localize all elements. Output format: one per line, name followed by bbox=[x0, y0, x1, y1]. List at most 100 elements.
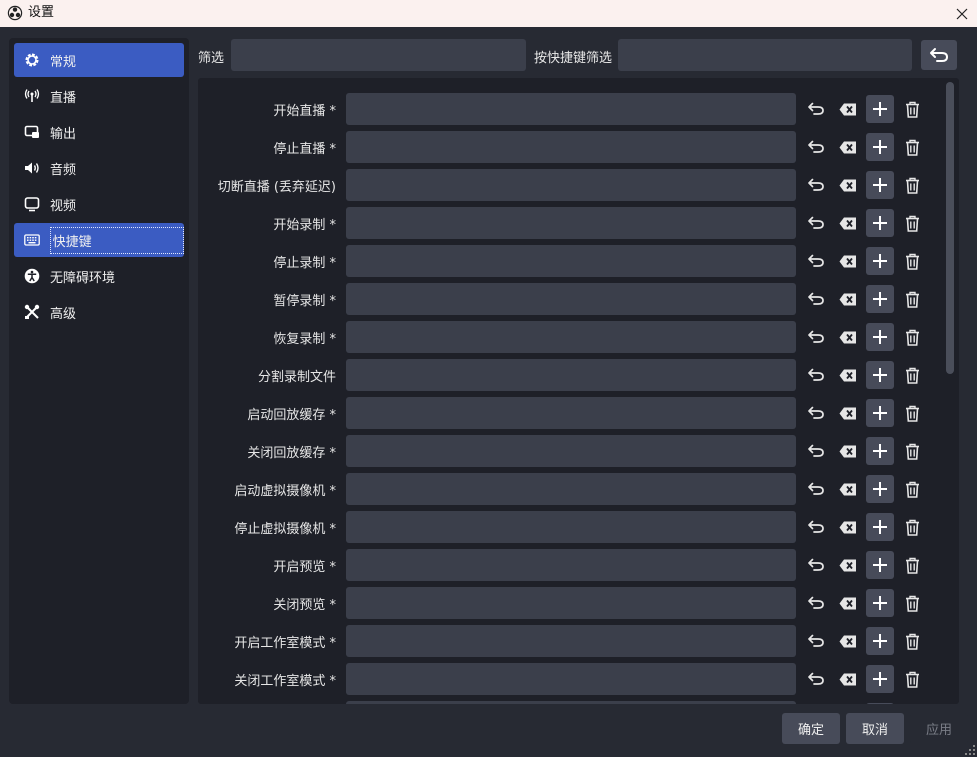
ok-button[interactable]: 确定 bbox=[782, 713, 840, 744]
revert-button[interactable] bbox=[802, 209, 830, 237]
clear-button[interactable] bbox=[834, 133, 862, 161]
add-button[interactable] bbox=[866, 323, 894, 351]
remove-button[interactable] bbox=[898, 513, 926, 541]
add-button[interactable] bbox=[866, 361, 894, 389]
hotkey-input[interactable] bbox=[346, 283, 796, 315]
clear-button[interactable] bbox=[834, 361, 862, 389]
add-button[interactable] bbox=[866, 513, 894, 541]
add-button[interactable] bbox=[866, 399, 894, 427]
add-button[interactable] bbox=[866, 551, 894, 579]
remove-button[interactable] bbox=[898, 399, 926, 427]
add-button[interactable] bbox=[866, 475, 894, 503]
hotkey-row: 开始直播 * bbox=[198, 90, 938, 128]
revert-button[interactable] bbox=[802, 627, 830, 655]
remove-button[interactable] bbox=[898, 95, 926, 123]
remove-button[interactable] bbox=[898, 209, 926, 237]
clear-button[interactable] bbox=[834, 285, 862, 313]
add-button[interactable] bbox=[866, 589, 894, 617]
scrollbar[interactable] bbox=[946, 82, 954, 374]
add-button[interactable] bbox=[866, 627, 894, 655]
remove-button[interactable] bbox=[898, 133, 926, 161]
sidebar-item-video[interactable]: 视频 bbox=[14, 187, 184, 221]
cancel-button[interactable]: 取消 bbox=[846, 713, 904, 744]
add-button[interactable] bbox=[866, 209, 894, 237]
clear-button[interactable] bbox=[834, 627, 862, 655]
hotkey-input[interactable] bbox=[346, 701, 796, 704]
remove-button[interactable] bbox=[898, 475, 926, 503]
revert-button[interactable] bbox=[802, 323, 830, 351]
hotkey-filter-input[interactable] bbox=[618, 39, 912, 71]
sidebar-item-hotkeys[interactable]: 快捷键 bbox=[14, 223, 184, 257]
remove-button[interactable] bbox=[898, 627, 926, 655]
clear-button[interactable] bbox=[834, 95, 862, 123]
clear-button[interactable] bbox=[834, 665, 862, 693]
sidebar-item-output[interactable]: 输出 bbox=[14, 115, 184, 149]
filter-input[interactable] bbox=[231, 39, 526, 71]
hotkey-input[interactable] bbox=[346, 207, 796, 239]
hotkey-input[interactable] bbox=[346, 663, 796, 695]
add-button[interactable] bbox=[866, 665, 894, 693]
remove-button[interactable] bbox=[898, 551, 926, 579]
revert-button[interactable] bbox=[802, 171, 830, 199]
revert-button[interactable] bbox=[802, 399, 830, 427]
clear-button[interactable] bbox=[834, 513, 862, 541]
revert-button[interactable] bbox=[802, 95, 830, 123]
hotkey-input[interactable] bbox=[346, 321, 796, 353]
sidebar-item-advanced[interactable]: 高级 bbox=[14, 295, 184, 329]
clear-button[interactable] bbox=[834, 399, 862, 427]
hotkey-input[interactable] bbox=[346, 549, 796, 581]
revert-button[interactable] bbox=[802, 513, 830, 541]
sidebar-item-general[interactable]: 常规 bbox=[14, 43, 184, 77]
revert-button[interactable] bbox=[802, 361, 830, 389]
clear-button[interactable] bbox=[834, 437, 862, 465]
hotkey-input[interactable] bbox=[346, 93, 796, 125]
hotkey-input[interactable] bbox=[346, 511, 796, 543]
remove-button[interactable] bbox=[898, 171, 926, 199]
remove-button[interactable] bbox=[898, 247, 926, 275]
revert-button[interactable] bbox=[802, 551, 830, 579]
hotkey-input[interactable] bbox=[346, 473, 796, 505]
sidebar-item-stream[interactable]: 直播 bbox=[14, 79, 184, 113]
add-button[interactable] bbox=[866, 171, 894, 199]
revert-button[interactable] bbox=[802, 589, 830, 617]
sidebar-item-audio[interactable]: 音频 bbox=[14, 151, 184, 185]
hotkey-input[interactable] bbox=[346, 131, 796, 163]
reset-filter-button[interactable] bbox=[921, 40, 957, 70]
close-button[interactable] bbox=[947, 0, 977, 27]
hotkey-input[interactable] bbox=[346, 359, 796, 391]
hotkey-input[interactable] bbox=[346, 587, 796, 619]
add-button[interactable] bbox=[866, 437, 894, 465]
revert-button[interactable] bbox=[802, 247, 830, 275]
clear-button[interactable] bbox=[834, 323, 862, 351]
resize-grip-icon[interactable] bbox=[965, 745, 975, 755]
add-button[interactable] bbox=[866, 133, 894, 161]
hotkey-input[interactable] bbox=[346, 397, 796, 429]
revert-button[interactable] bbox=[802, 133, 830, 161]
clear-button[interactable] bbox=[834, 171, 862, 199]
add-button[interactable] bbox=[866, 247, 894, 275]
clear-button[interactable] bbox=[834, 209, 862, 237]
remove-button[interactable] bbox=[898, 589, 926, 617]
remove-button[interactable] bbox=[898, 323, 926, 351]
hotkey-input[interactable] bbox=[346, 245, 796, 277]
add-button[interactable] bbox=[866, 285, 894, 313]
add-button[interactable] bbox=[866, 95, 894, 123]
add-button[interactable] bbox=[866, 703, 894, 704]
remove-button[interactable] bbox=[898, 665, 926, 693]
remove-button[interactable] bbox=[898, 361, 926, 389]
hotkey-input[interactable] bbox=[346, 169, 796, 201]
revert-button[interactable] bbox=[802, 475, 830, 503]
remove-button[interactable] bbox=[898, 437, 926, 465]
clear-button[interactable] bbox=[834, 589, 862, 617]
clear-button[interactable] bbox=[834, 247, 862, 275]
remove-button[interactable] bbox=[898, 285, 926, 313]
hotkey-input[interactable] bbox=[346, 435, 796, 467]
revert-button[interactable] bbox=[802, 285, 830, 313]
sidebar-item-accessibility[interactable]: 无障碍环境 bbox=[14, 259, 184, 293]
hotkey-input[interactable] bbox=[346, 625, 796, 657]
apply-button[interactable]: 应用 bbox=[910, 713, 968, 744]
revert-button[interactable] bbox=[802, 665, 830, 693]
clear-button[interactable] bbox=[834, 475, 862, 503]
clear-button[interactable] bbox=[834, 551, 862, 579]
revert-button[interactable] bbox=[802, 437, 830, 465]
